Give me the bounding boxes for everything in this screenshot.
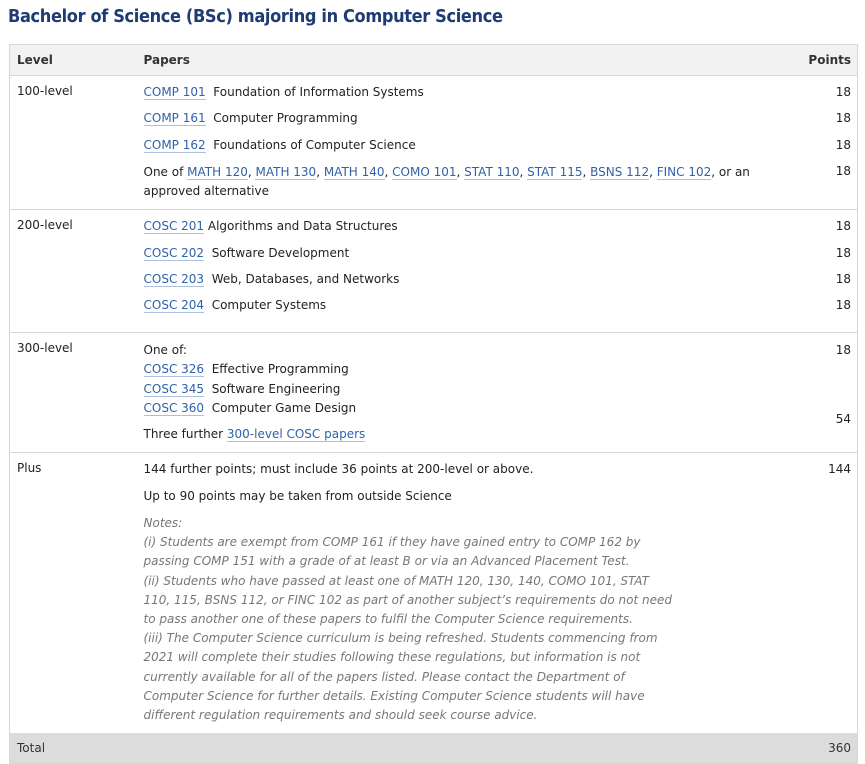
level-label: Plus: [17, 461, 42, 476]
further-papers-line: Three further 300-level COSC papers: [143, 426, 366, 442]
requirements-table: Level Papers Points 100-level COMP 101 F…: [9, 44, 858, 764]
paper-name: Foundations of Computer Science: [213, 137, 416, 152]
table-header-row: Level Papers Points: [9, 44, 858, 76]
paper-line: COSC 204 Computer Systems: [143, 297, 772, 323]
page-title: Bachelor of Science (BSc) majoring in Co…: [8, 6, 503, 27]
paper-link-comp161[interactable]: COMP 161: [143, 111, 206, 127]
paper-line: COMP 161 Computer Programming: [143, 110, 772, 136]
total-points: 360: [828, 741, 851, 755]
paper-line: COMP 101 Foundation of Information Syste…: [143, 84, 772, 110]
row-200-level: 200-level COSC 201 Algorithms and Data S…: [9, 209, 858, 333]
notes: Notes: (i) Students are exempt from COMP…: [144, 514, 772, 725]
points-value: 54: [835, 412, 851, 427]
paper-link-cosc360[interactable]: COSC 360: [143, 401, 205, 417]
one-of-label: One of:: [143, 342, 187, 357]
paper-name: Computer Game Design: [211, 401, 357, 416]
paper-name: Computer Systems: [211, 298, 327, 313]
level-label: 300-level: [17, 340, 73, 355]
level-label: 200-level: [17, 218, 73, 233]
paper-link-finc102[interactable]: FINC 102: [656, 165, 712, 181]
points-cell: 144: [772, 453, 858, 734]
paper-link-bsns112[interactable]: BSNS 112: [590, 165, 650, 181]
paper-link-cosc203[interactable]: COSC 203: [143, 271, 205, 287]
total-row: Total 360: [9, 733, 858, 764]
paper-link-comp162[interactable]: COMP 162: [143, 137, 206, 153]
notes-heading: Notes:: [143, 516, 183, 531]
papers-cell: One of: COSC 326 Effective Programming C…: [143, 332, 772, 453]
points-value: 144: [828, 462, 851, 477]
points-value: 18: [835, 245, 851, 260]
paper-name: Effective Programming: [211, 362, 349, 377]
paper-name: Algorithms and Data Structures: [207, 219, 398, 234]
header-level: Level: [17, 53, 53, 67]
points-value: 18: [835, 219, 851, 234]
paper-name: Computer Programming: [213, 111, 358, 126]
paper-link-cosc345[interactable]: COSC 345: [143, 381, 205, 397]
paper-link-stat115[interactable]: STAT 115: [527, 165, 583, 181]
paper-line: COSC 203 Web, Databases, and Networks: [143, 271, 772, 297]
paper-name: Foundation of Information Systems: [213, 85, 424, 99]
points-cell: 18 18 18 18: [772, 76, 858, 210]
plus-line: 144 further points; must include 36 poin…: [143, 462, 534, 477]
row-100-level: 100-level COMP 101 Foundation of Informa…: [9, 75, 858, 210]
level-label: 100-level: [17, 84, 73, 98]
points-value: 18: [835, 271, 851, 286]
paper-line: COSC 202 Software Development: [143, 245, 772, 271]
points-value: 18: [835, 85, 851, 99]
points-value: 18: [835, 342, 851, 357]
paper-name: Software Development: [211, 245, 350, 260]
note-item: (i) Students are exempt from COMP 161 if…: [143, 535, 641, 569]
paper-line: COSC 201 Algorithms and Data Structures: [143, 218, 772, 244]
header-papers: Papers: [143, 53, 190, 67]
row-plus: Plus 144 further points; must include 36…: [9, 452, 858, 734]
paper-link-stat110[interactable]: STAT 110: [464, 165, 520, 181]
note-item: (iii) The Computer Science curriculum is…: [143, 631, 658, 723]
page: Bachelor of Science (BSc) majoring in Co…: [0, 0, 865, 764]
paper-name: Web, Databases, and Networks: [211, 271, 400, 286]
paper-name: Software Engineering: [211, 381, 341, 396]
paper-link-cosc201[interactable]: COSC 201: [143, 219, 205, 235]
note-item: (ii) Students who have passed at least o…: [143, 573, 673, 627]
paper-link-cosc202[interactable]: COSC 202: [143, 245, 205, 261]
link-300-level-cosc-papers[interactable]: 300-level COSC papers: [226, 426, 366, 442]
paper-link-math130[interactable]: MATH 130: [255, 165, 317, 181]
paper-link-cosc326[interactable]: COSC 326: [143, 362, 205, 378]
paper-line: COSC 326 Effective Programming: [143, 360, 772, 380]
paper-line: COMP 162 Foundations of Computer Science: [143, 137, 772, 163]
paper-link-como101[interactable]: COMO 101: [392, 165, 457, 181]
papers-cell: COMP 101 Foundation of Information Syste…: [143, 76, 772, 210]
paper-line: COSC 345 Software Engineering: [143, 380, 772, 400]
points-value: 18: [835, 164, 851, 179]
paper-link-cosc204[interactable]: COSC 204: [143, 298, 205, 314]
one-of-line: One of MATH 120, MATH 130, MATH 140, COM…: [143, 165, 750, 199]
points-cell: 18 54: [772, 332, 858, 453]
paper-link-math140[interactable]: MATH 140: [323, 165, 385, 181]
total-spacer: [144, 733, 772, 763]
points-spacer: [772, 360, 852, 410]
total-label: Total: [17, 741, 46, 755]
papers-cell: COSC 201 Algorithms and Data Structures …: [143, 210, 772, 333]
header-points: Points: [808, 53, 851, 67]
paper-link-comp101[interactable]: COMP 101: [143, 85, 206, 100]
points-cell: 18 18 18 18: [772, 210, 858, 333]
paper-line: COSC 360 Computer Game Design: [143, 399, 772, 419]
paper-link-math120[interactable]: MATH 120: [187, 165, 248, 181]
plus-line: Up to 90 points may be taken from outsid…: [143, 488, 452, 503]
points-value: 18: [835, 137, 851, 152]
points-value: 18: [835, 111, 851, 126]
papers-cell: 144 further points; must include 36 poin…: [144, 453, 772, 734]
row-300-level: 300-level One of: COSC 326 Effective Pro…: [9, 332, 858, 453]
points-value: 18: [835, 298, 851, 313]
